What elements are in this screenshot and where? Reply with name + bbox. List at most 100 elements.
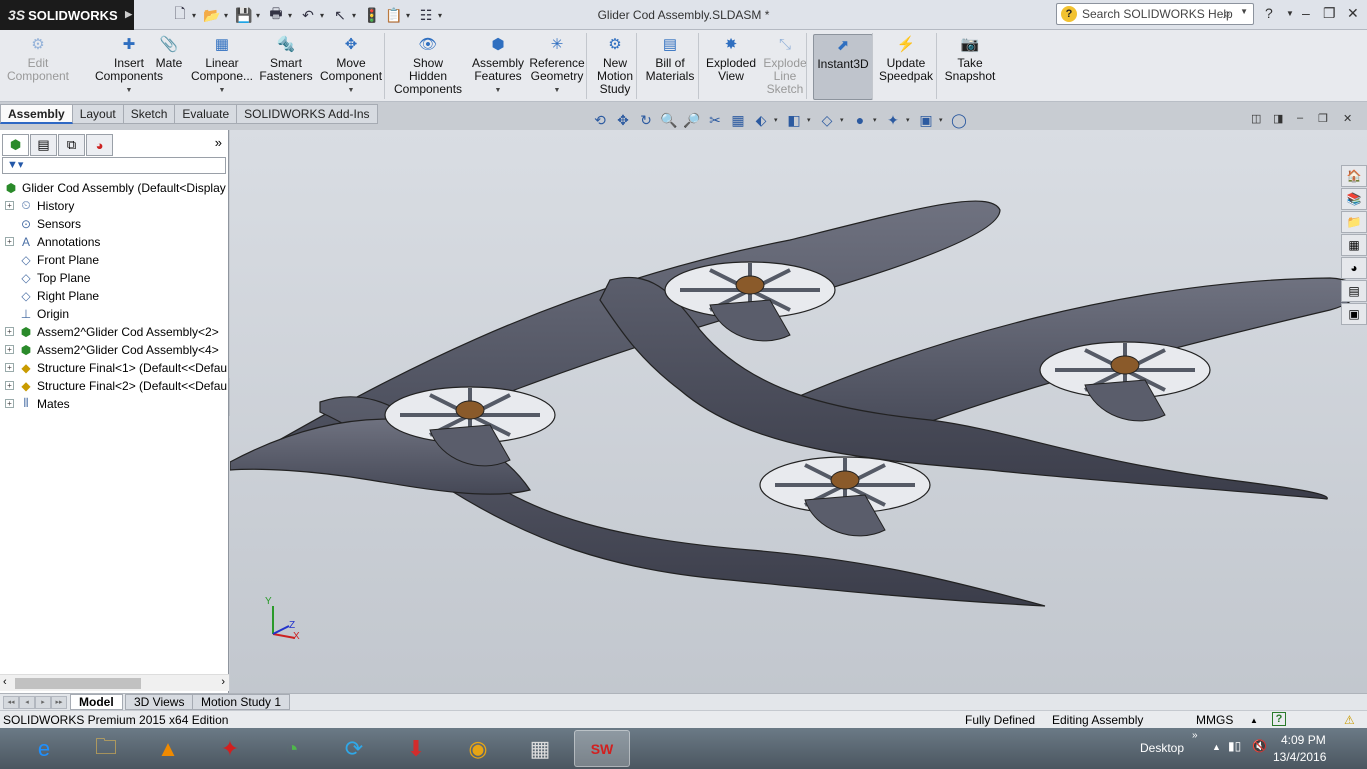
last-tab-icon[interactable]: ▸▸ xyxy=(51,696,67,709)
expand-icon[interactable]: + xyxy=(5,327,14,336)
chrome-icon[interactable]: ◉ xyxy=(450,730,506,767)
downloader-icon[interactable]: ⬇ xyxy=(388,730,444,767)
tab-model[interactable]: Model xyxy=(70,694,123,710)
chevron-down-icon[interactable]: ▼ xyxy=(495,84,502,97)
rebuild-traffic-light-icon[interactable]: 🚦 xyxy=(362,5,382,25)
restore-icon[interactable]: ❐ xyxy=(1323,5,1336,22)
move-component-button[interactable]: ✥ Move Component ▼ xyxy=(320,34,382,100)
rotate-view-icon[interactable]: ↻ xyxy=(636,110,656,130)
chevron-down-icon[interactable]: ▾ xyxy=(906,116,913,124)
file-properties-icon[interactable]: 📋 xyxy=(384,5,404,25)
network-icon[interactable]: ▮▯ xyxy=(1228,739,1241,753)
chevron-down-icon[interactable]: ▾ xyxy=(438,11,446,20)
view-orientation-icon[interactable]: ⬖ xyxy=(751,110,771,130)
edit-appearance-icon[interactable]: ● xyxy=(850,110,870,130)
search-help-input[interactable]: ? Search SOLIDWORKS Help ⌕ ▼ xyxy=(1056,3,1254,25)
close-icon[interactable]: ✕ xyxy=(1347,5,1359,22)
tab-3d-views[interactable]: 3D Views xyxy=(125,694,194,710)
viewport-split-icon[interactable]: ◫ xyxy=(1251,112,1261,125)
linear-pattern-button[interactable]: ▦ Linear Compone... ▼ xyxy=(190,34,254,100)
expand-icon[interactable]: + xyxy=(5,399,14,408)
viewport-close-icon[interactable]: ✕ xyxy=(1343,112,1352,125)
solidworks-forum-icon[interactable]: ▣ xyxy=(1341,303,1367,325)
solidworks-2015-icon[interactable]: SW xyxy=(574,730,630,767)
unit-system[interactable]: MMGS xyxy=(1196,712,1233,729)
take-snapshot-button[interactable]: 📷 Take Snapshot xyxy=(942,34,998,100)
glider-model[interactable] xyxy=(230,130,1367,693)
tree-item-origin[interactable]: ⊥ Origin xyxy=(5,305,69,322)
tab-sketch[interactable]: Sketch xyxy=(123,104,176,124)
reference-geometry-button[interactable]: ✳ Reference Geometry ▼ xyxy=(528,34,586,100)
tree-item-assem2-glider-cod-assembly-4[interactable]: + ⬢ Assem2^Glider Cod Assembly<4> xyxy=(5,341,219,358)
chevron-down-icon[interactable]: ▾ xyxy=(224,11,232,20)
tab-assembly[interactable]: Assembly xyxy=(0,104,73,124)
clock-time[interactable]: 4:09 PM xyxy=(1281,733,1326,747)
tree-item-mates[interactable]: + ⫴ Mates xyxy=(5,395,70,412)
tray-overflow-icon[interactable]: ▲ xyxy=(1212,742,1221,752)
chevron-down-icon[interactable]: ▾ xyxy=(352,11,360,20)
tab-evaluate[interactable]: Evaluate xyxy=(175,104,238,124)
assembly-features-button[interactable]: ⬢ Assembly Features ▼ xyxy=(470,34,526,100)
chevron-down-icon[interactable]: ▼ xyxy=(348,84,355,97)
vlc-icon[interactable]: ▲ xyxy=(140,730,196,767)
appearances-icon[interactable]: ◕ xyxy=(1341,257,1367,279)
tab-layout[interactable]: Layout xyxy=(72,104,124,124)
expand-icon[interactable]: + xyxy=(5,381,14,390)
tree-filter-input[interactable]: ▼▾ xyxy=(2,157,226,174)
display-style-icon[interactable]: ◧ xyxy=(784,110,804,130)
tab-motion-study-1[interactable]: Motion Study 1 xyxy=(192,694,291,710)
apply-scene-icon[interactable]: ✦ xyxy=(883,110,903,130)
hide-show-items-icon[interactable]: ◇ xyxy=(817,110,837,130)
nox-app-icon[interactable]: ◔ xyxy=(264,730,320,767)
desktop-toolbar-label[interactable]: Desktop xyxy=(1140,741,1184,755)
edit-component-button[interactable]: ⚙ Edit Component xyxy=(6,34,70,100)
chevron-down-icon[interactable]: ▾ xyxy=(840,116,847,124)
tree-root-assembly[interactable]: ⬢ Glider Cod Assembly (Default<Display xyxy=(3,179,226,196)
prev-tab-icon[interactable]: ◂ xyxy=(19,696,35,709)
previous-view-icon[interactable]: ⟲ xyxy=(590,110,610,130)
render-tools-icon[interactable]: ◯ xyxy=(949,110,969,130)
bill-of-materials-button[interactable]: ▤ Bill of Materials xyxy=(642,34,698,100)
chevron-down-icon[interactable]: ▾ xyxy=(256,11,264,20)
scroll-thumb[interactable] xyxy=(15,678,141,689)
custom-properties-icon[interactable]: ▤ xyxy=(1341,280,1367,302)
expand-icon[interactable]: + xyxy=(5,237,14,246)
options-icon[interactable]: ☷ xyxy=(416,5,436,25)
expand-icon[interactable]: + xyxy=(5,345,14,354)
clock-date[interactable]: 13/4/2016 xyxy=(1273,750,1326,764)
chevron-down-icon[interactable]: ▾ xyxy=(406,11,414,20)
property-manager-tab-icon[interactable]: ▤ xyxy=(30,134,57,156)
chevron-down-icon[interactable]: ▾ xyxy=(320,11,328,20)
notification-icon[interactable]: ⚠ xyxy=(1344,712,1355,729)
viewport-minimize-icon[interactable]: – xyxy=(1297,112,1303,124)
search-icon[interactable]: ⌕ xyxy=(1223,5,1231,22)
save-icon[interactable]: 💾 xyxy=(234,5,254,25)
tree-item-history[interactable]: + ⏲ History xyxy=(5,197,74,214)
display-manager-tab-icon[interactable]: ◕ xyxy=(86,134,113,156)
pan-icon[interactable]: ✥ xyxy=(613,110,633,130)
new-document-icon[interactable]: 🗋 xyxy=(170,5,190,25)
file-explorer-icon[interactable]: 📁 xyxy=(1341,211,1367,233)
scroll-right-icon[interactable]: › xyxy=(221,676,225,688)
instant3d-button[interactable]: ⬈ Instant3D xyxy=(813,34,873,100)
update-speedpak-button[interactable]: ⚡ Update Speedpak xyxy=(876,34,936,100)
show-hidden-button[interactable]: 👁 Show Hidden Components xyxy=(394,34,462,100)
tree-item-front-plane[interactable]: ◇ Front Plane xyxy=(5,251,99,268)
explode-line-sketch-button[interactable]: ⤡ Explode Line Sketch xyxy=(760,34,810,100)
view-palette-icon[interactable]: ▦ xyxy=(1341,234,1367,256)
section-view-icon[interactable]: ✂ xyxy=(705,110,725,130)
view-settings-icon[interactable]: ▣ xyxy=(916,110,936,130)
tab-solidworks-add-ins[interactable]: SOLIDWORKS Add-Ins xyxy=(237,104,378,124)
feature-manager-tab-icon[interactable]: ⬢ xyxy=(2,134,29,156)
chevron-down-icon[interactable]: ▾ xyxy=(873,116,880,124)
solidworks-resources-icon[interactable]: 🏠 xyxy=(1341,165,1367,187)
tree-item-top-plane[interactable]: ◇ Top Plane xyxy=(5,269,90,286)
minimize-icon[interactable]: – xyxy=(1302,5,1310,21)
solidworks-logo[interactable]: 3S SOLIDWORKS ▶ xyxy=(0,0,134,30)
acrobat-icon[interactable]: ✦ xyxy=(202,730,258,767)
expand-icon[interactable]: + xyxy=(5,363,14,372)
chevron-down-icon[interactable]: ▼ xyxy=(554,84,561,97)
expand-icon[interactable]: + xyxy=(5,201,14,210)
select-arrow-icon[interactable]: ↖ xyxy=(330,5,350,25)
more-tabs-icon[interactable]: » xyxy=(215,135,222,150)
